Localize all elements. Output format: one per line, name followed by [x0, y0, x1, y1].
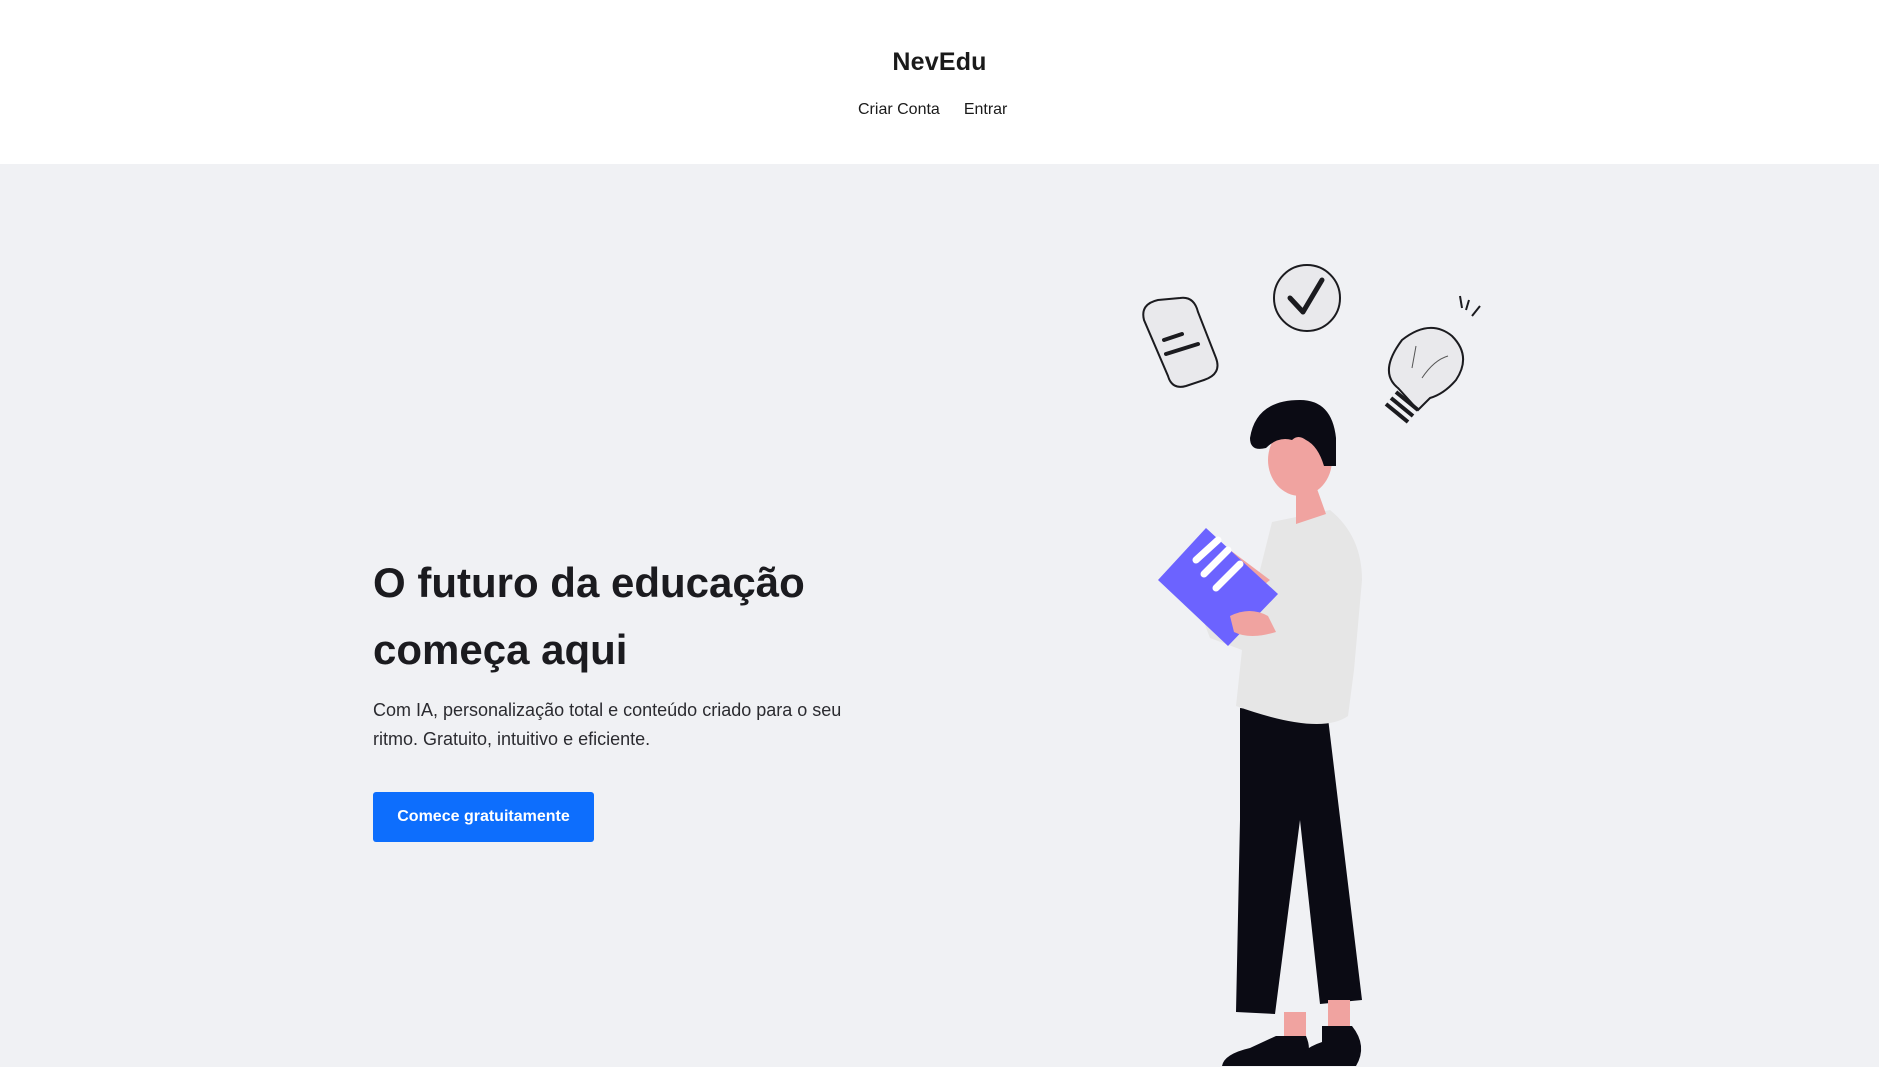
hero-illustration	[1142, 264, 1481, 1066]
lightbulb-icon	[1384, 295, 1481, 424]
checkmark-icon	[1273, 264, 1341, 332]
start-free-button[interactable]: Comece gratuitamente	[373, 792, 594, 842]
headline-line-1: O futuro da educação	[373, 559, 805, 606]
site-header: NevEdu Criar Conta Entrar	[0, 0, 1879, 164]
headline-line-2: começa aqui	[373, 626, 628, 673]
document-icon	[1142, 296, 1219, 388]
hero-section: O futuro da educação começa aqui Com IA,…	[0, 164, 1879, 1067]
person-figure	[1158, 400, 1362, 1066]
hero-subtitle: Com IA, personalização total e conteúdo …	[373, 700, 842, 749]
main-nav: Criar Conta Entrar	[858, 101, 1007, 119]
create-account-link[interactable]: Criar Conta	[858, 101, 940, 119]
hero-headline: O futuro da educação começa aqui	[373, 549, 893, 683]
brand-logo[interactable]: NevEdu	[0, 48, 1879, 77]
login-link[interactable]: Entrar	[964, 101, 1008, 119]
